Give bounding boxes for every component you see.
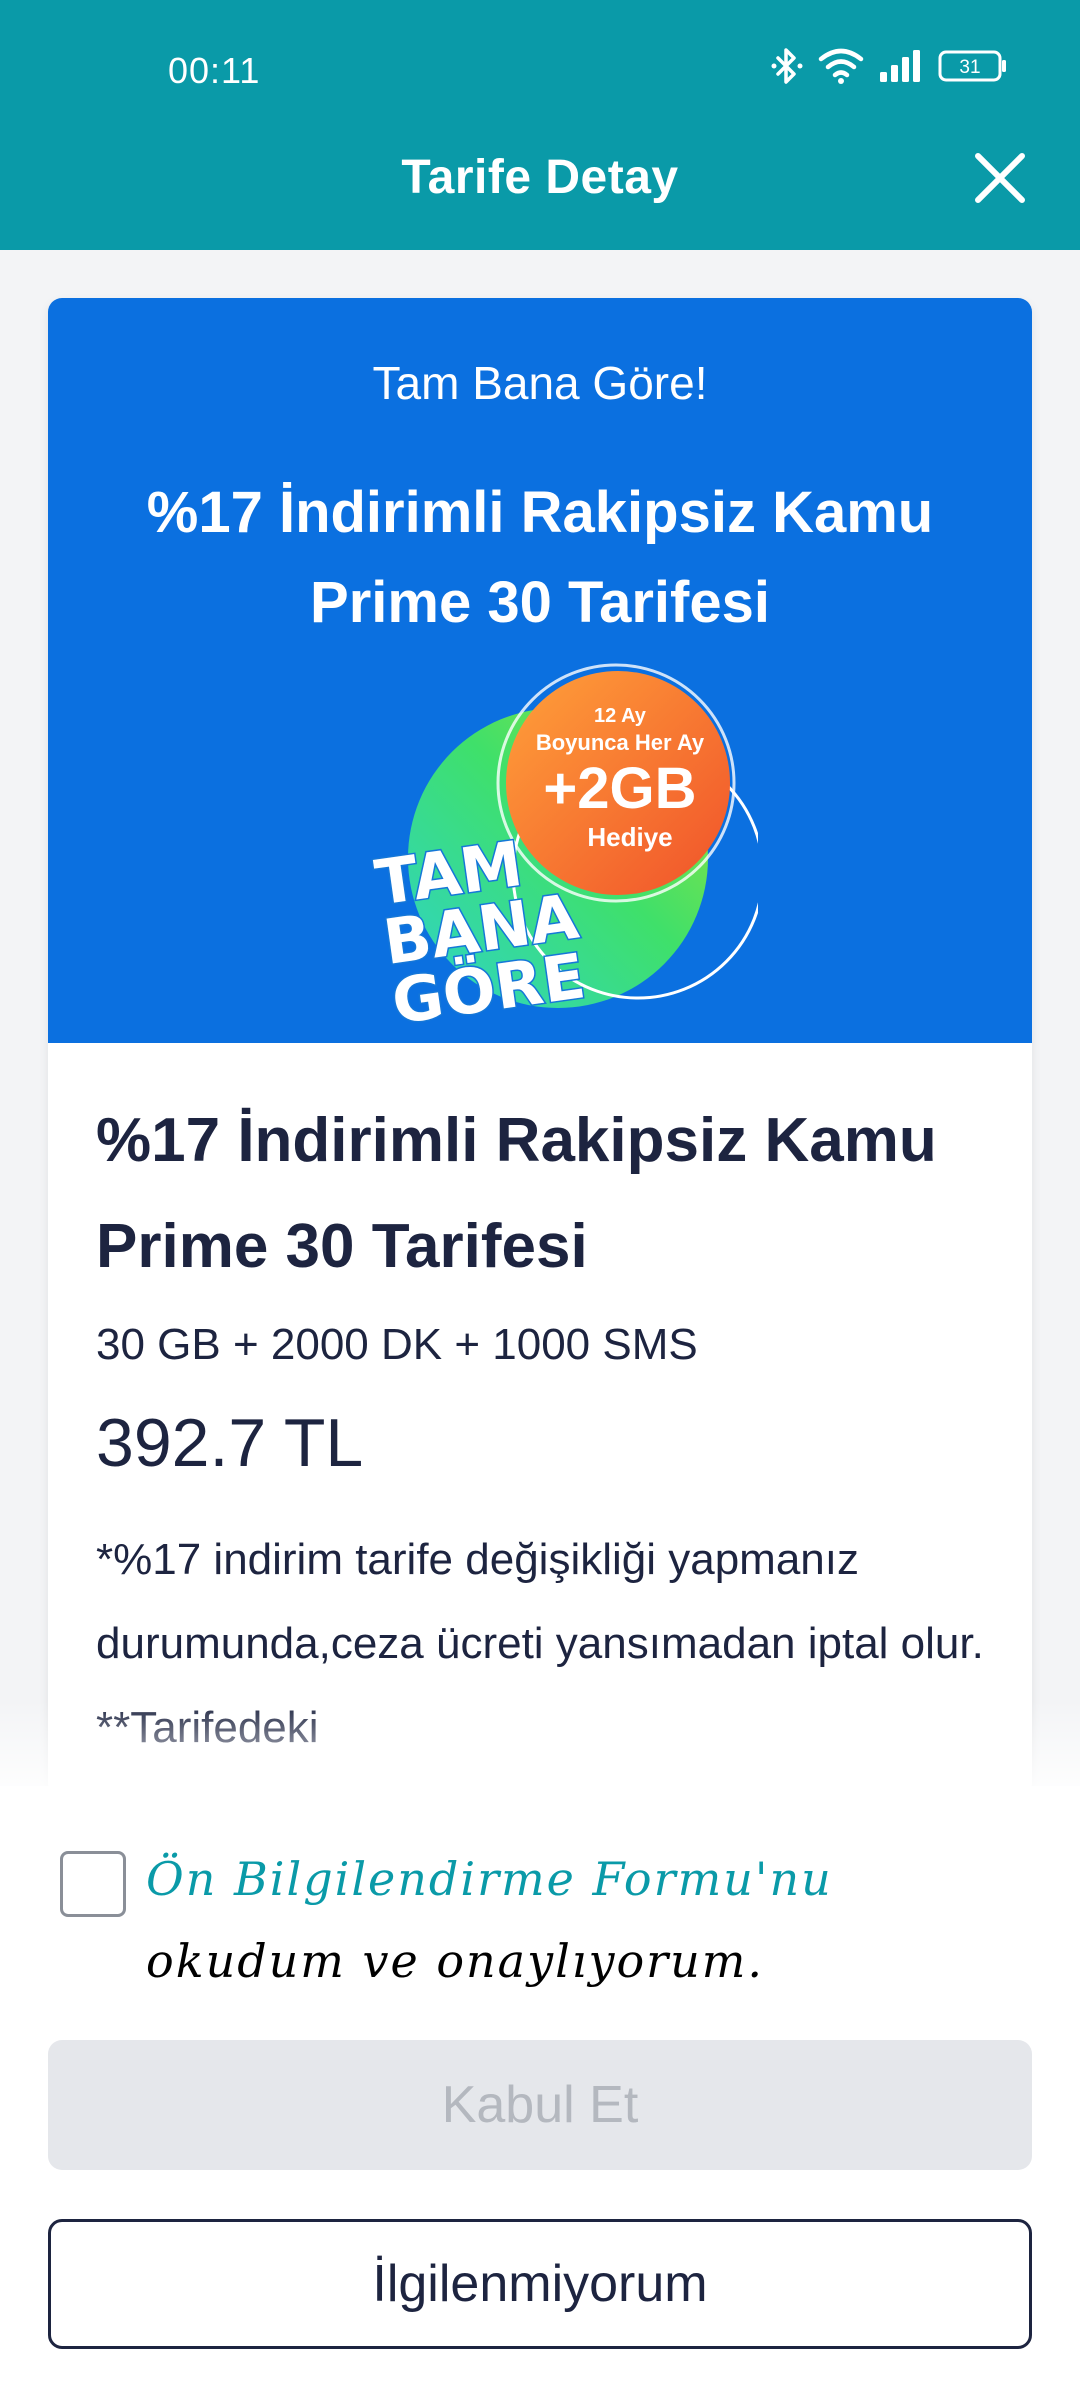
bottom-sheet: Ön Bilgilendirme Formu'nu okudum ve onay… <box>0 1786 1080 2400</box>
close-icon <box>975 153 1025 203</box>
info-form-link[interactable]: Ön Bilgilendirme Formu'nu <box>146 1852 833 1906</box>
tariff-card: Tam Bana Göre! %17 İndirimli Rakipsiz Ka… <box>48 298 1032 1798</box>
accept-button[interactable]: Kabul Et <box>48 2040 1032 2170</box>
consent-checkbox[interactable] <box>60 1851 126 1917</box>
tariff-name: %17 İndirimli Rakipsiz Kamu Prime 30 Tar… <box>96 1106 937 1281</box>
svg-text:12 Ay: 12 Ay <box>594 705 647 727</box>
tariff-price: 392.7 TL <box>96 1405 364 1481</box>
status-icons: 31 <box>770 46 1008 86</box>
consent-text: Ön Bilgilendirme Formu'nu okudum ve onay… <box>146 1838 1020 2002</box>
page-title: Tarife Detay <box>401 151 679 204</box>
wifi-icon <box>818 48 864 84</box>
svg-text:Boyunca Her Ay: Boyunca Her Ay <box>536 730 705 755</box>
battery-icon: 31 <box>938 50 1006 82</box>
decline-button[interactable]: İlgilenmiyorum <box>48 2219 1032 2349</box>
scroll-fade <box>0 1700 1080 1790</box>
promo-badge-image: 12 Ay Boyunca Her Ay +2GB Hediye TAM BAN… <box>369 663 758 1038</box>
tariff-allowance: 30 GB + 2000 DK + 1000 SMS <box>96 1320 698 1369</box>
consent-rest-text: okudum ve onaylıyorum. <box>146 1934 765 1988</box>
banner-subtitle: Tam Bana Göre! <box>372 357 708 409</box>
bluetooth-icon <box>771 48 803 84</box>
tariff-details: %17 İndirimli Rakipsiz Kamu Prime 30 Tar… <box>96 1088 984 1770</box>
promo-banner: Tam Bana Göre! %17 İndirimli Rakipsiz Ka… <box>48 298 1032 1043</box>
status-time: 00:11 <box>168 50 261 91</box>
banner-title: %17 İndirimli Rakipsiz Kamu Prime 30 Tar… <box>146 480 934 635</box>
svg-text:31: 31 <box>959 57 980 78</box>
svg-text:Hediye: Hediye <box>587 822 672 852</box>
close-button[interactable] <box>972 150 1028 206</box>
app-bar: 00:11 31 Tarife Detay <box>0 0 1080 250</box>
svg-text:+2GB: +2GB <box>543 756 696 821</box>
signal-icon <box>880 50 920 82</box>
